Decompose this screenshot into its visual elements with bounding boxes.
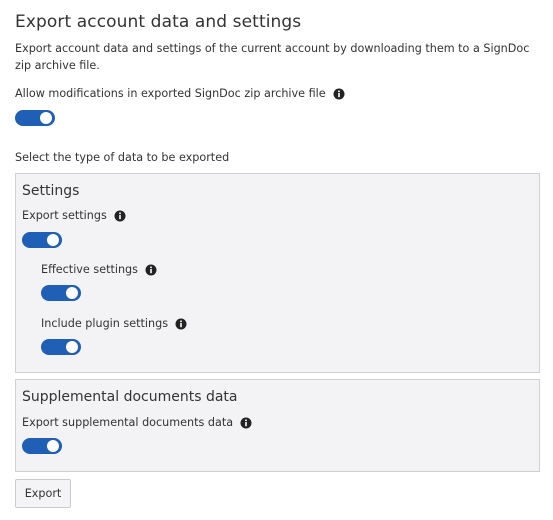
toggle-knob bbox=[47, 234, 59, 246]
toggle-knob bbox=[66, 341, 78, 353]
export-button[interactable]: Export bbox=[15, 479, 71, 508]
select-type-label: Select the type of data to be exported bbox=[15, 151, 229, 164]
allow-modifications-label-row: Allow modifications in exported SignDoc … bbox=[15, 87, 345, 100]
export-settings-toggle[interactable] bbox=[22, 232, 62, 248]
info-icon[interactable] bbox=[333, 88, 345, 100]
supplemental-panel: Supplemental documents data Export suppl… bbox=[15, 379, 540, 472]
toggle-knob bbox=[66, 287, 78, 299]
export-supplemental-label-row: Export supplemental documents data bbox=[22, 416, 252, 429]
include-plugin-settings-toggle[interactable] bbox=[41, 339, 81, 355]
info-icon[interactable] bbox=[175, 318, 187, 330]
toggle-knob bbox=[40, 112, 52, 124]
export-supplemental-label: Export supplemental documents data bbox=[22, 416, 234, 429]
info-icon[interactable] bbox=[240, 417, 252, 429]
page-description: Export account data and settings of the … bbox=[15, 42, 530, 72]
settings-panel: Settings Export settings Effective setti… bbox=[15, 173, 540, 373]
select-type-text: Select the type of data to be exported bbox=[15, 151, 230, 164]
include-plugin-settings-label: Include plugin settings bbox=[41, 317, 169, 330]
effective-settings-label-row: Effective settings bbox=[41, 263, 157, 276]
include-plugin-settings-label-row: Include plugin settings bbox=[41, 317, 187, 330]
export-settings-label-row: Export settings bbox=[22, 209, 126, 222]
info-icon[interactable] bbox=[145, 264, 157, 276]
page-title: Export account data and settings bbox=[15, 12, 302, 32]
export-settings-label: Export settings bbox=[22, 209, 107, 222]
effective-settings-toggle[interactable] bbox=[41, 285, 81, 301]
effective-settings-label: Effective settings bbox=[41, 263, 138, 276]
settings-panel-title: Settings bbox=[22, 183, 80, 199]
allow-modifications-label: Allow modifications in exported SignDoc … bbox=[15, 87, 326, 100]
supplemental-panel-title: Supplemental documents data bbox=[22, 389, 238, 405]
allow-modifications-toggle[interactable] bbox=[15, 110, 55, 126]
export-supplemental-toggle[interactable] bbox=[22, 438, 62, 454]
toggle-knob bbox=[47, 440, 59, 452]
info-icon[interactable] bbox=[114, 210, 126, 222]
